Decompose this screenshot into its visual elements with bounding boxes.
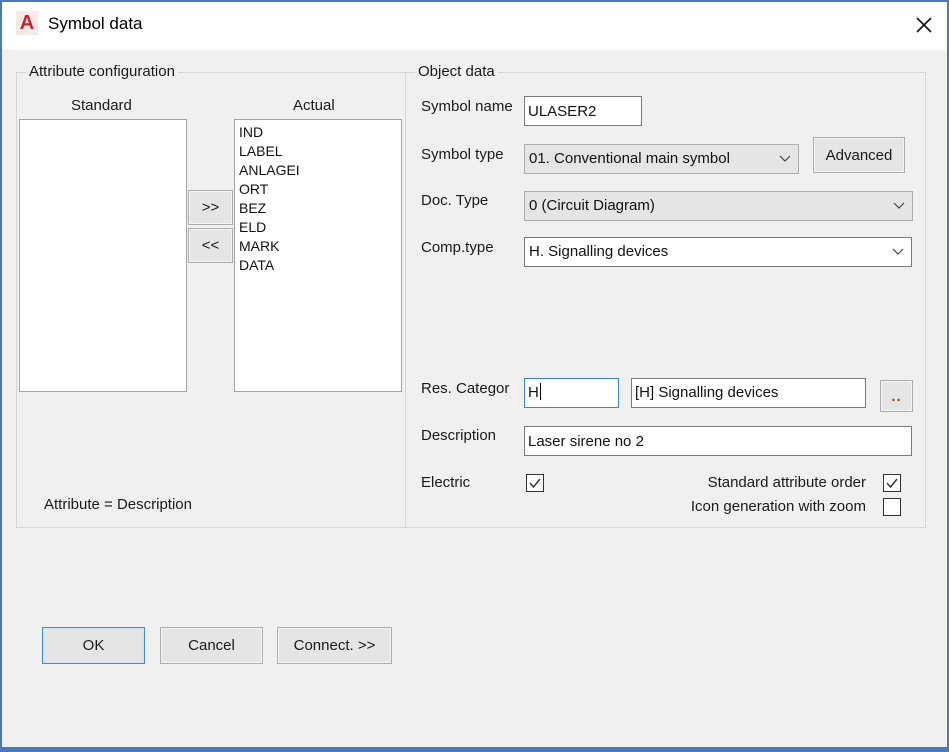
res-category-label: Res. Categor (421, 380, 510, 397)
doc-type-label: Doc. Type (421, 192, 489, 209)
standard-attributes-list[interactable] (19, 119, 187, 392)
comp-type-select[interactable]: H. Signalling devices (524, 237, 912, 267)
standard-attribute-order-checkbox[interactable] (883, 474, 901, 492)
symbol-type-select[interactable]: 01. Conventional main symbol (524, 144, 799, 174)
chevron-down-icon (893, 202, 905, 209)
checkmark-icon (886, 478, 898, 489)
window-title: Symbol data (48, 14, 143, 33)
advanced-button[interactable]: Advanced (813, 137, 905, 173)
icon-generation-checkbox[interactable] (883, 498, 901, 516)
move-right-button[interactable]: >> (188, 190, 233, 225)
description-input[interactable] (524, 426, 912, 456)
actual-attributes-list[interactable]: IND LABEL ANLAGEI ORT BEZ ELD MARK DATA (234, 119, 402, 392)
electric-checkbox[interactable] (526, 474, 544, 492)
close-button[interactable] (907, 8, 941, 42)
chevron-down-icon (892, 248, 904, 255)
symbol-name-input[interactable] (524, 96, 642, 126)
symbol-data-dialog: A Symbol data Attribute configuration St… (0, 0, 949, 752)
list-item[interactable]: ANLAGEI (235, 161, 401, 180)
standard-attribute-order-label: Standard attribute order (707, 474, 866, 491)
res-category-description-field: [H] Signalling devices (631, 378, 866, 408)
doc-type-select[interactable]: 0 (Circuit Diagram) (524, 191, 913, 221)
doc-type-value: 0 (Circuit Diagram) (529, 197, 655, 214)
list-item[interactable]: ORT (235, 180, 401, 199)
icon-generation-label: Icon generation with zoom (690, 498, 866, 515)
description-label: Description (421, 427, 497, 444)
move-left-button[interactable]: << (188, 228, 233, 263)
connect-button[interactable]: Connect. >> (277, 627, 392, 664)
text-cursor (539, 383, 541, 400)
autocad-logo-icon: A (16, 11, 38, 35)
list-item[interactable]: DATA (235, 256, 401, 275)
comp-type-label: Comp.type (421, 239, 494, 256)
symbol-type-value: 01. Conventional main symbol (529, 150, 730, 167)
res-category-description-value: [H] Signalling devices (635, 384, 779, 401)
list-item[interactable]: MARK (235, 237, 401, 256)
cancel-button[interactable]: Cancel (160, 627, 263, 664)
symbol-name-label: Symbol name (421, 98, 513, 115)
browse-button[interactable]: .. (880, 380, 913, 412)
list-item[interactable]: LABEL (235, 142, 401, 161)
symbol-type-label: Symbol type (421, 146, 504, 163)
attribute-configuration-legend: Attribute configuration (26, 63, 178, 80)
title-bar: A Symbol data (2, 2, 947, 50)
res-category-value: H (528, 384, 539, 401)
ok-button[interactable]: OK (42, 627, 145, 664)
chevron-down-icon (779, 155, 791, 162)
electric-label: Electric (421, 474, 471, 491)
list-item[interactable]: ELD (235, 218, 401, 237)
object-data-legend: Object data (415, 63, 498, 80)
list-item[interactable]: IND (235, 123, 401, 142)
attribute-hint-text: Attribute = Description (44, 496, 192, 513)
res-category-input[interactable]: H (524, 378, 619, 408)
list-item[interactable]: BEZ (235, 199, 401, 218)
close-icon (916, 17, 932, 33)
standard-column-label: Standard (71, 97, 132, 114)
actual-column-label: Actual (293, 97, 335, 114)
comp-type-value: H. Signalling devices (529, 243, 669, 260)
checkmark-icon (529, 478, 541, 489)
